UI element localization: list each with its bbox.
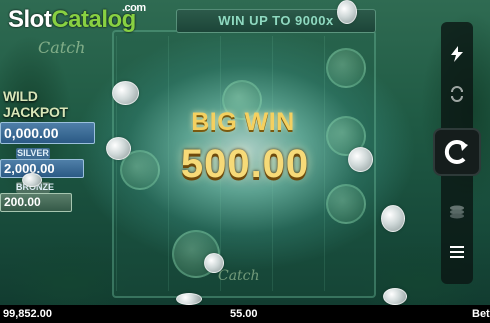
- watermark-slot: Slot: [8, 6, 52, 33]
- autoplay-icon[interactable]: [441, 80, 473, 108]
- game-logo-fragment: Catch: [38, 38, 86, 57]
- reel-symbol: [326, 184, 366, 224]
- coin-particle: [176, 293, 202, 305]
- coin-particle: [22, 173, 42, 187]
- wild-symbol-text: Catch: [218, 268, 260, 284]
- win-value: 55.00: [230, 308, 258, 320]
- coin-particle: [337, 0, 357, 24]
- watermark-logo: SlotCatalog .com: [8, 2, 146, 34]
- bronze-jackpot-value: 200.00: [0, 193, 72, 212]
- status-bar: 99,852.00 55.00 Bet: [0, 305, 490, 323]
- spin-icon: [444, 140, 468, 164]
- lightning-icon[interactable]: [441, 40, 473, 68]
- menu-icon[interactable]: [441, 238, 473, 266]
- coin-particle: [348, 147, 373, 172]
- big-win-label: BIG WIN: [191, 108, 295, 136]
- coin-particle: [204, 253, 224, 273]
- bet-label[interactable]: Bet: [472, 308, 490, 320]
- coin-particle: [383, 288, 407, 305]
- big-win-amount: 500.00: [180, 142, 310, 186]
- coin-particle: [381, 205, 405, 232]
- coin-particle: [112, 81, 139, 105]
- watermark-tld: .com: [122, 2, 146, 14]
- spin-button[interactable]: [433, 128, 481, 176]
- coin-particle: [106, 137, 131, 160]
- coins-stack-icon[interactable]: [441, 198, 473, 226]
- reel-symbol: [326, 48, 366, 88]
- game-stage: WIN UP TO 9000x Catch Catch WILD JACKPOT…: [0, 0, 490, 305]
- balance-value: 99,852.00: [3, 308, 52, 320]
